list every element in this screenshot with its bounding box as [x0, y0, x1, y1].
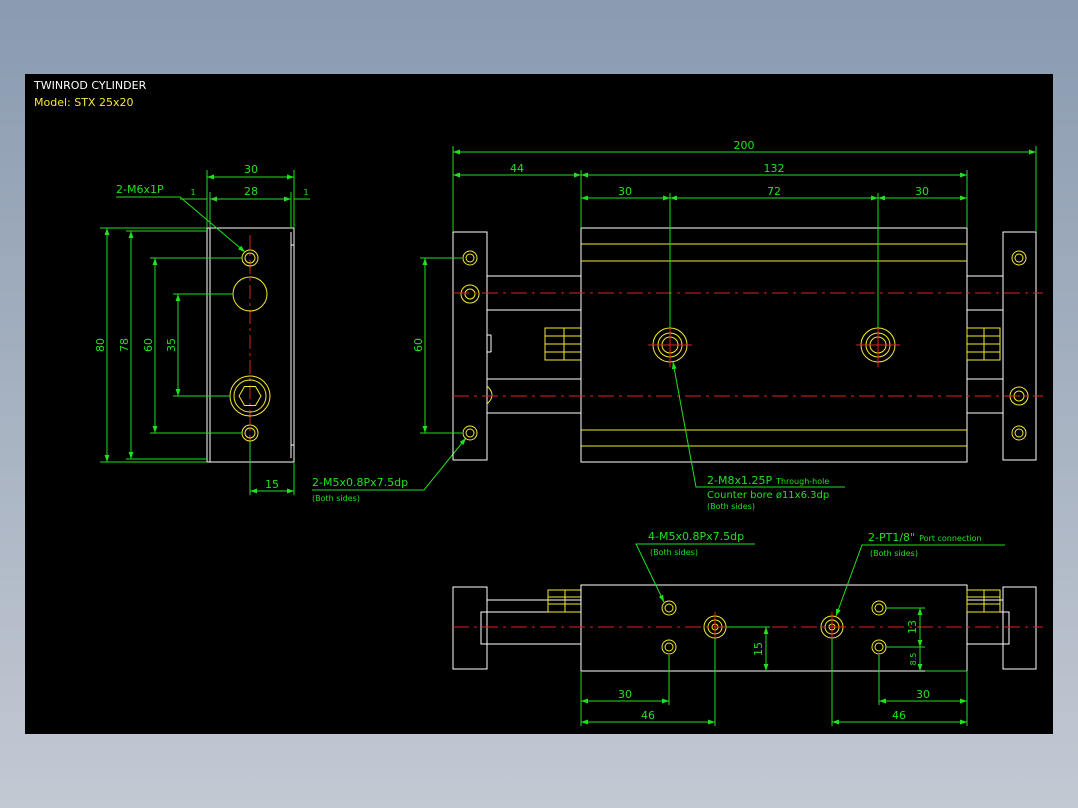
callout-pt18: 2-PT1/8" Port connection: [868, 531, 982, 544]
dim-15-bottom: 15: [752, 642, 765, 656]
drawing-title: TWINROD CYLINDER: [33, 79, 147, 92]
front-view: 200 44 132 30 72 30 60 2-M8x1.25P Through…: [412, 139, 1043, 511]
leader-pt18: [835, 544, 1005, 617]
callout-m5: 2-M5x0.8Px7.5dp: [312, 476, 408, 489]
side-view: 30 28 1 1 2-M6x1P 80 78 60 35 15 2-M5x0.…: [94, 163, 467, 503]
dim-15-side: 15: [265, 478, 279, 491]
front-fitting-right: [966, 327, 1001, 361]
dim-13: 13: [906, 620, 919, 634]
leader-m8: [671, 361, 845, 488]
callout-m6: 2-M6x1P: [116, 183, 164, 196]
dim-46-bottom-left: 46: [641, 709, 655, 722]
dim-gap-left: 1: [190, 188, 195, 197]
dim-80: 80: [94, 338, 107, 352]
bottom-left-plate: [452, 586, 488, 670]
bottom-fitting-left: [547, 589, 582, 613]
bottom-fitting-right: [966, 589, 1001, 613]
dim-30-front-left: 30: [618, 185, 632, 198]
dim-78: 78: [118, 338, 131, 352]
callout-4-m5: 4-M5x0.8Px7.5dp: [648, 530, 744, 543]
front-fitting-left: [544, 327, 582, 361]
leader-m6: [116, 196, 246, 253]
dim-60-front: 60: [412, 338, 425, 352]
dim-8-5: 8.5: [909, 653, 918, 666]
callout-counterbore: Counter bore ø11x6.3dp: [707, 490, 829, 501]
callout-m8: 2-M8x1.25P Through-hole: [707, 474, 829, 487]
dim-132: 132: [764, 162, 785, 175]
dim-28: 28: [244, 185, 258, 198]
dim-30-bottom-right: 30: [916, 688, 930, 701]
cad-drawing: TWINROD CYLINDER Model: STX 25x20 30 28 …: [33, 79, 1043, 726]
dim-30-front-right: 30: [915, 185, 929, 198]
dim-30-bottom-left: 30: [618, 688, 632, 701]
dim-30: 30: [244, 163, 258, 176]
bottom-view: 30 46 30 46 15 13 8.5 4-M5x0.8Px7.5dp (B…: [452, 530, 1043, 726]
dim-60-side: 60: [142, 338, 155, 352]
dim-44: 44: [510, 162, 524, 175]
dim-gap-right: 1: [303, 188, 308, 197]
callout-m5-sub: (Both sides): [312, 494, 360, 503]
callout-pt18-sub: (Both sides): [870, 549, 918, 558]
dim-46-bottom-right: 46: [892, 709, 906, 722]
model-label: Model: STX 25x20: [34, 96, 133, 109]
front-cylinder-body: [580, 227, 968, 463]
bottom-right-plate: [1002, 586, 1037, 670]
front-plate-holes: [460, 250, 1029, 441]
callout-m8-sub: (Both sides): [707, 502, 755, 511]
dim-200: 200: [734, 139, 755, 152]
callout-4-m5-sub: (Both sides): [650, 548, 698, 557]
dim-72: 72: [767, 185, 781, 198]
dim-35: 35: [165, 338, 178, 352]
